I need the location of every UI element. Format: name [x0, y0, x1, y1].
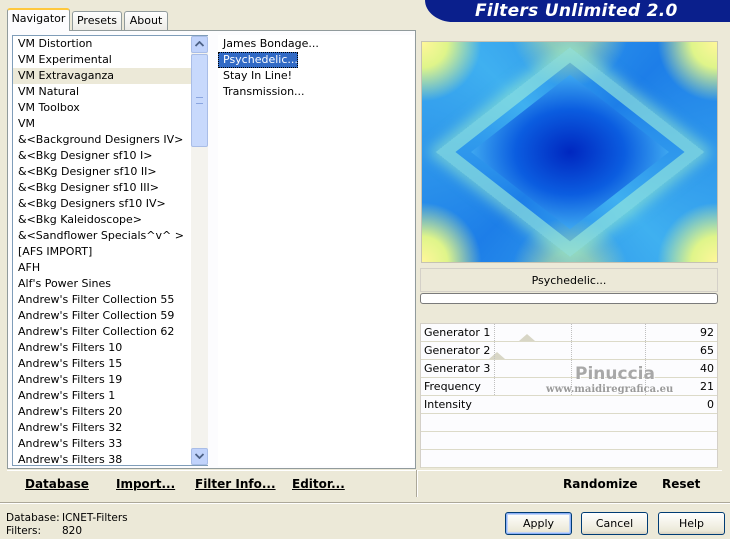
list-item[interactable]: VM Distortion [13, 36, 207, 52]
parameter-row-empty [421, 450, 717, 468]
database-label: Database: [6, 512, 60, 524]
apply-button[interactable]: Apply [505, 512, 572, 535]
list-item[interactable]: VM [13, 116, 207, 132]
randomize-button[interactable]: Randomize [563, 476, 637, 492]
list-item[interactable]: &<Background Designers IV> [13, 132, 207, 148]
parameter-label: Generator 3 [424, 362, 491, 375]
list-item[interactable]: Alf's Power Sines [13, 276, 207, 292]
parameter-row-empty [421, 432, 717, 450]
list-item[interactable]: &<Bkg Designer sf10 III> [13, 180, 207, 196]
list-item[interactable]: VM Experimental [13, 52, 207, 68]
list-item[interactable]: Andrew's Filter Collection 59 [13, 308, 207, 324]
filter-list[interactable]: James Bondage... Psychedelic... Stay In … [218, 35, 414, 466]
parameter-row-empty [421, 414, 717, 432]
tab-presets[interactable]: Presets [72, 11, 122, 30]
current-filter-name: Psychedelic... [420, 268, 718, 292]
list-item[interactable]: &<Sandflower Specials^v^ > [13, 228, 207, 244]
parameter-label: Intensity [424, 398, 472, 411]
reset-button[interactable]: Reset [662, 476, 700, 492]
parameter-value[interactable]: 21 [700, 378, 714, 396]
tab-about[interactable]: About [124, 11, 168, 30]
cancel-button[interactable]: Cancel [581, 512, 648, 535]
list-item[interactable]: Andrew's Filters 10 [13, 340, 207, 356]
toolbar-divider [416, 470, 418, 497]
category-scrollbar[interactable] [191, 36, 208, 465]
list-item[interactable]: [AFS IMPORT] [13, 244, 207, 260]
tab-navigator[interactable]: Navigator [7, 8, 70, 31]
parameter-value[interactable]: 0 [707, 396, 714, 414]
list-item[interactable]: &<Bkg Designers sf10 IV> [13, 196, 207, 212]
progress-bar [420, 293, 718, 304]
scroll-down-button[interactable] [191, 448, 208, 465]
list-item[interactable]: &<Bkg Designer sf10 I> [13, 148, 207, 164]
parameter-label: Generator 2 [424, 344, 491, 357]
parameter-label: Frequency [424, 380, 481, 393]
list-item[interactable]: Stay In Line! [218, 68, 414, 84]
list-item[interactable]: Andrew's Filters 38 [13, 452, 207, 465]
filters-count: 820 [62, 525, 83, 537]
parameter-row[interactable]: Generator 2 65 [421, 342, 717, 360]
list-item[interactable]: &<Bkg Kaleidoscope> [13, 212, 207, 228]
list-item[interactable]: Transmission... [218, 84, 414, 100]
list-item[interactable]: Andrew's Filters 19 [13, 372, 207, 388]
scroll-thumb[interactable] [191, 54, 208, 147]
editor-button[interactable]: Editor... [292, 476, 345, 492]
scroll-up-button[interactable] [191, 36, 208, 53]
list-item[interactable]: Andrew's Filters 32 [13, 420, 207, 436]
list-item[interactable]: VM Natural [13, 84, 207, 100]
app-title-banner: Filters Unlimited 2.0 [425, 0, 730, 22]
list-item-selected[interactable]: VM Extravaganza [13, 68, 207, 84]
list-item[interactable]: Andrew's Filters 20 [13, 404, 207, 420]
parameter-panel[interactable]: Generator 1 92 Generator 2 65 Generator … [420, 323, 718, 468]
list-item[interactable]: Andrew's Filters 15 [13, 356, 207, 372]
list-item[interactable]: Andrew's Filters 33 [13, 436, 207, 452]
parameter-value[interactable]: 65 [700, 342, 714, 360]
help-button[interactable]: Help [658, 512, 725, 535]
list-item[interactable]: Andrew's Filter Collection 62 [13, 324, 207, 340]
list-item[interactable]: Andrew's Filter Collection 55 [13, 292, 207, 308]
list-item[interactable]: Andrew's Filters 1 [13, 388, 207, 404]
parameter-row[interactable]: Intensity 0 [421, 396, 717, 414]
watermark-title: Pinuccia [575, 364, 655, 384]
filter-info-button[interactable]: Filter Info... [195, 476, 276, 492]
import-button[interactable]: Import... [116, 476, 175, 492]
chevron-down-icon [194, 453, 205, 460]
parameter-value[interactable]: 92 [700, 324, 714, 342]
watermark-url: www.maidiregrafica.eu [546, 384, 674, 395]
parameter-row[interactable]: Generator 3 40 [421, 360, 717, 378]
category-list[interactable]: VM Distortion VM Experimental VM Extrava… [12, 35, 208, 466]
list-item-selected[interactable]: Psychedelic... [218, 52, 298, 68]
chevron-up-icon [194, 40, 205, 47]
grip-icon [196, 97, 203, 104]
list-item[interactable]: VM Toolbox [13, 100, 207, 116]
list-item[interactable]: AFH [13, 260, 207, 276]
parameter-row[interactable]: Generator 1 92 [421, 324, 717, 342]
parameter-label: Generator 1 [424, 326, 491, 339]
filter-preview [421, 41, 718, 263]
database-value: ICNET-Filters [62, 512, 128, 524]
footer-divider [0, 502, 730, 504]
parameter-value[interactable]: 40 [700, 360, 714, 378]
list-item[interactable]: James Bondage... [218, 36, 414, 52]
list-item[interactable]: &<BKg Designer sf10 II> [13, 164, 207, 180]
filters-label: Filters: [6, 525, 42, 537]
database-button[interactable]: Database [25, 476, 89, 492]
